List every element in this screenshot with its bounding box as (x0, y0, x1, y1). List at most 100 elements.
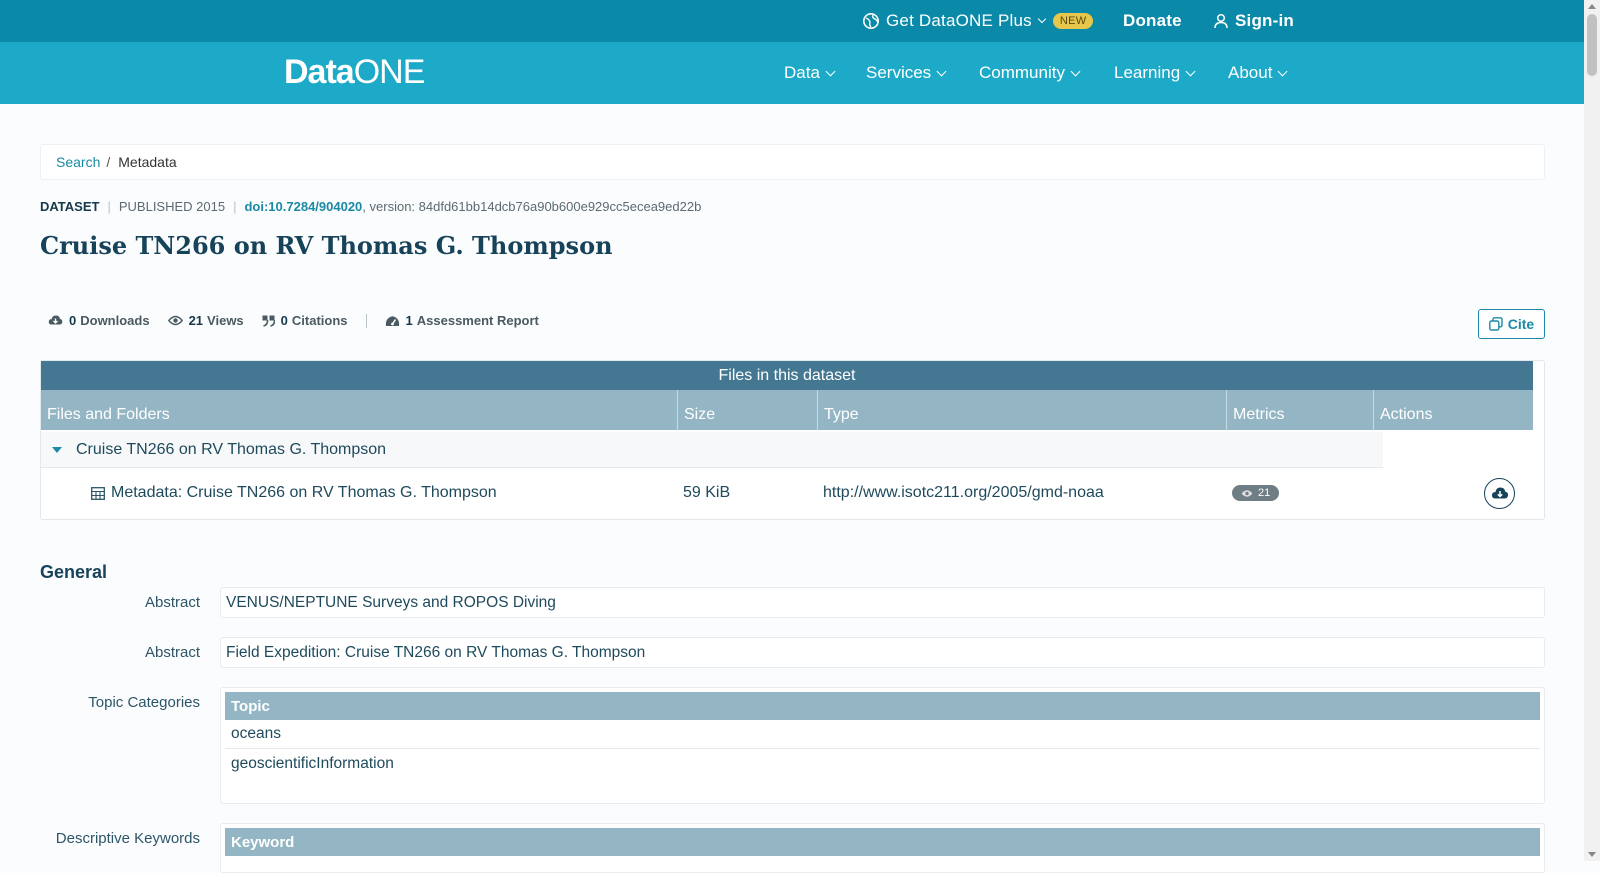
version-text: , version: 84dfd61bb14dcb76a90b600e929cc… (362, 199, 702, 214)
descriptive-keywords-label: Descriptive Keywords (55, 830, 200, 847)
eye-icon (167, 315, 183, 326)
column-files-and-folders[interactable]: Files and Folders (41, 390, 677, 430)
quote-icon (262, 315, 275, 327)
chevron-down-icon (936, 66, 947, 76)
chevron-down-icon (1185, 66, 1196, 76)
topic-categories-label: Topic Categories (88, 694, 200, 711)
metrics-divider (365, 313, 367, 328)
folder-actions-cell (1383, 432, 1533, 468)
cite-button-label: Cite (1507, 316, 1535, 332)
globe-icon (863, 13, 879, 29)
folder-row[interactable]: Cruise TN266 on RV Thomas G. Thompson (41, 432, 1533, 468)
downloads-count: 0 (69, 313, 77, 328)
views-count: 21 (188, 313, 204, 328)
file-name-cell[interactable]: Metadata: Cruise TN266 on RV Thomas G. T… (91, 469, 497, 517)
donate-link[interactable]: Donate (1123, 0, 1182, 42)
citations-count: 0 (280, 313, 288, 328)
chevron-down-icon (1037, 14, 1047, 24)
sign-in-label: Sign-in (1235, 11, 1294, 30)
nav-data-label: Data (784, 63, 820, 82)
file-name: Metadata: Cruise TN266 on RV Thomas G. T… (111, 484, 497, 501)
logo-one-text: ONE (353, 52, 426, 91)
gauge-icon (385, 315, 399, 326)
scroll-up-arrow-icon[interactable] (1588, 4, 1596, 9)
abstract-label: Abstract (144, 594, 200, 611)
chevron-down-icon (825, 66, 836, 76)
published-label: PUBLISHED 2015 (118, 199, 226, 214)
assessment-count: 1 (405, 313, 413, 328)
top-utility-bar: Get DataONE Plus NEW Donate Sign-in (0, 0, 1584, 42)
dataset-type-label: DATASET (40, 199, 100, 214)
citations-metric[interactable]: 0 Citations (262, 313, 348, 328)
nav-services-label: Services (866, 63, 932, 82)
column-size[interactable]: Size (677, 390, 817, 430)
dataone-logo[interactable]: Data ONE (284, 52, 426, 92)
file-views-count: 21 (1258, 487, 1271, 499)
abstract-value: Field Expedition: Cruise TN266 on RV Tho… (220, 637, 1545, 668)
file-row: Metadata: Cruise TN266 on RV Thomas G. T… (41, 469, 1533, 517)
new-badge: NEW (1052, 13, 1094, 29)
descriptive-keywords-table: Keyword (220, 823, 1545, 873)
eye-icon (1241, 489, 1253, 497)
cite-button[interactable]: Cite (1478, 309, 1545, 339)
files-table-header: Files and Folders Size Type Metrics Acti… (41, 390, 1533, 430)
nav-data[interactable]: Data (784, 42, 836, 104)
nav-community-label: Community (979, 63, 1065, 82)
chevron-down-icon (1070, 66, 1081, 76)
file-size: 59 KiB (683, 484, 731, 501)
cloud-download-icon (48, 315, 63, 325)
table-icon (91, 486, 105, 500)
assessment-metric[interactable]: 1 Assessment Report (385, 313, 539, 328)
nav-about[interactable]: About (1228, 42, 1288, 104)
downloads-metric[interactable]: 0 Downloads (48, 313, 150, 328)
main-navigation: Data ONE Data Services Community Learnin… (0, 42, 1584, 104)
download-file-button[interactable] (1484, 477, 1515, 509)
topic-header: Topic (225, 692, 1540, 720)
breadcrumb-current: Metadata (118, 154, 177, 170)
citations-label: Citations (291, 313, 348, 328)
chevron-down-icon (1277, 66, 1288, 76)
get-dataone-plus-menu[interactable]: Get DataONE Plus NEW (862, 0, 1094, 42)
scrollbar-thumb[interactable] (1587, 14, 1597, 76)
table-row: oceans (225, 720, 1540, 749)
page-scrollbar[interactable] (1584, 0, 1600, 861)
nav-community[interactable]: Community (979, 42, 1081, 104)
logo-data-text: Data (284, 52, 355, 91)
keyword-header: Keyword (225, 828, 1540, 856)
meta-divider: | (107, 199, 111, 214)
nav-services[interactable]: Services (866, 42, 947, 104)
dataset-title: Cruise TN266 on RV Thomas G. Thompson (40, 231, 613, 260)
files-table-caption: Files in this dataset (41, 361, 1533, 390)
breadcrumb: Search / Metadata (40, 144, 1545, 180)
nav-about-label: About (1228, 63, 1273, 82)
assessment-label: Assessment Report (416, 313, 539, 328)
caret-down-icon[interactable] (52, 446, 62, 453)
file-type: http://www.isotc211.org/2005/gmd-noaa (823, 484, 1104, 501)
views-metric[interactable]: 21 Views (167, 313, 244, 328)
abstract-value: VENUS/NEPTUNE Surveys and ROPOS Diving (220, 587, 1545, 618)
breadcrumb-separator: / (106, 154, 111, 170)
abstract-label: Abstract (144, 644, 200, 661)
dataset-meta-line: DATASET | PUBLISHED 2015 | doi:10.7284/9… (40, 199, 701, 214)
meta-divider: | (233, 199, 237, 214)
topic-categories-table: Topic oceans geoscientificInformation (220, 687, 1545, 804)
scroll-down-arrow-icon[interactable] (1588, 852, 1596, 857)
downloads-label: Downloads (80, 313, 150, 328)
copy-icon (1488, 317, 1503, 331)
cloud-download-icon (1491, 487, 1508, 498)
file-views-badge: 21 (1232, 485, 1280, 501)
views-label: Views (207, 313, 244, 328)
column-actions: Actions (1373, 390, 1533, 430)
file-actions-cell (1484, 469, 1515, 517)
get-dataone-plus-label: Get DataONE Plus (886, 11, 1032, 30)
breadcrumb-search-link[interactable]: Search (56, 154, 100, 170)
file-metrics-cell: 21 (1232, 469, 1280, 517)
sign-in-link[interactable]: Sign-in (1213, 0, 1294, 42)
column-metrics[interactable]: Metrics (1226, 390, 1373, 430)
general-section-title: General (40, 562, 108, 582)
files-table: Files in this dataset Files and Folders … (40, 360, 1545, 520)
column-type[interactable]: Type (817, 390, 1226, 430)
user-icon (1214, 13, 1228, 29)
nav-learning[interactable]: Learning (1114, 42, 1196, 104)
doi-link[interactable]: doi:10.7284/904020 (244, 199, 362, 214)
